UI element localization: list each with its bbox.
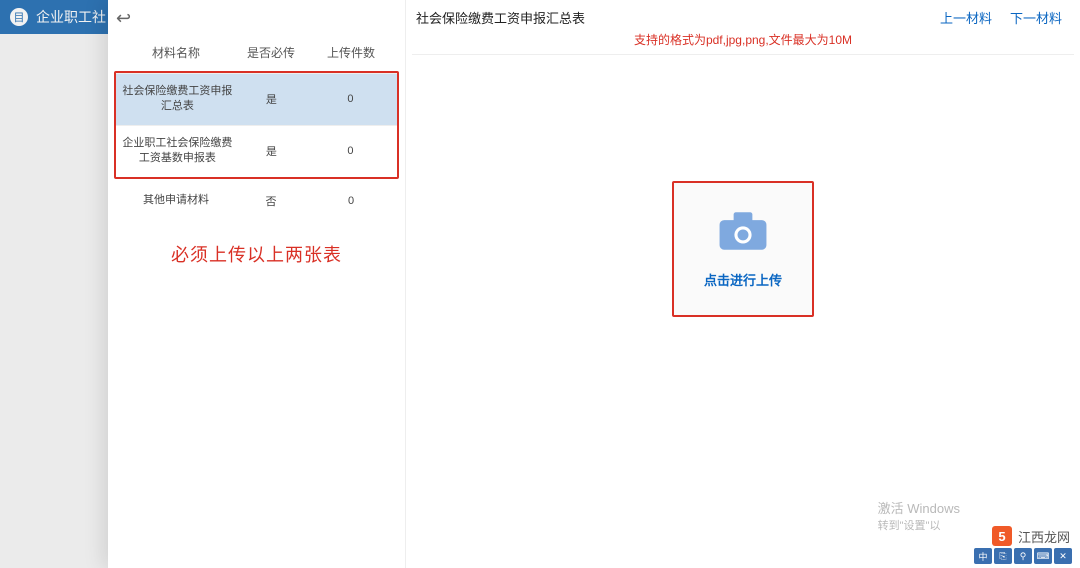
app-title: 企业职工社 bbox=[36, 7, 106, 27]
tray-icon[interactable]: ⎘ bbox=[994, 548, 1012, 564]
system-tray: 中 ⎘ ⚲ ⌨ ✕ bbox=[974, 548, 1072, 564]
col-header-name: 材料名称 bbox=[116, 44, 236, 61]
next-material-link[interactable]: 下一材料 bbox=[1010, 8, 1062, 27]
material-list-panel: 材料名称 是否必传 上传件数 社会保险缴费工资申报汇总表 是 0 企业职工社会保… bbox=[108, 0, 406, 568]
upload-area: 点击进行上传 bbox=[412, 54, 1074, 562]
tray-icon[interactable]: ⌨ bbox=[1034, 548, 1052, 564]
col-header-required: 是否必传 bbox=[236, 44, 306, 61]
tray-icon[interactable]: 中 bbox=[974, 548, 992, 564]
upload-text: 点击进行上传 bbox=[704, 270, 782, 289]
upload-modal: ↩ 材料名称 是否必传 上传件数 社会保险缴费工资申报汇总表 是 0 企业职工社… bbox=[108, 0, 1080, 568]
brand-text: 江西龙网 bbox=[1018, 527, 1070, 546]
windows-activation-watermark: 激活 Windows 转到"设置"以 bbox=[878, 500, 960, 534]
material-row[interactable]: 其他申请材料 否 0 bbox=[114, 183, 399, 219]
upload-panel: 社会保险缴费工资申报汇总表 上一材料 下一材料 支持的格式为pdf,jpg,pn… bbox=[406, 0, 1080, 568]
material-row[interactable]: 企业职工社会保险缴费工资基数申报表 是 0 bbox=[116, 125, 397, 177]
col-header-count: 上传件数 bbox=[306, 44, 396, 61]
app-logo-icon: 目 bbox=[10, 8, 28, 26]
prev-material-link[interactable]: 上一材料 bbox=[940, 8, 992, 27]
required-materials-highlight: 社会保险缴费工资申报汇总表 是 0 企业职工社会保险缴费工资基数申报表 是 0 bbox=[114, 71, 399, 179]
upload-dropzone[interactable]: 点击进行上传 bbox=[672, 181, 814, 317]
format-hint: 支持的格式为pdf,jpg,png,文件最大为10M bbox=[406, 31, 1080, 54]
annotation-text: 必须上传以上两张表 bbox=[114, 241, 399, 267]
current-material-title: 社会保险缴费工资申报汇总表 bbox=[416, 8, 585, 27]
material-row[interactable]: 社会保险缴费工资申报汇总表 是 0 bbox=[116, 73, 397, 125]
site-brand: 5 江西龙网 bbox=[992, 526, 1070, 546]
tray-icon[interactable]: ⚲ bbox=[1014, 548, 1032, 564]
material-table-header: 材料名称 是否必传 上传件数 bbox=[114, 40, 399, 65]
brand-badge-icon: 5 bbox=[992, 526, 1012, 546]
tray-icon[interactable]: ✕ bbox=[1054, 548, 1072, 564]
left-sidebar bbox=[0, 34, 108, 568]
camera-icon bbox=[718, 210, 768, 252]
